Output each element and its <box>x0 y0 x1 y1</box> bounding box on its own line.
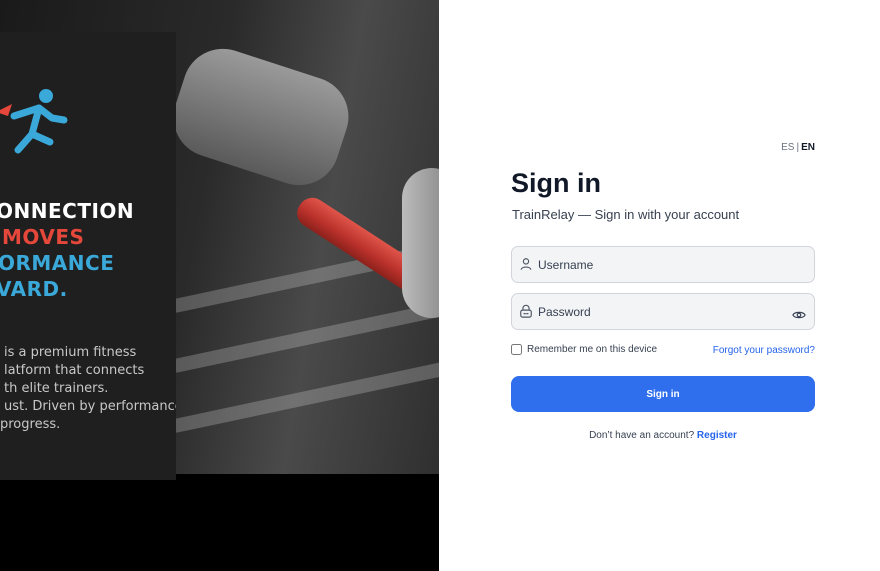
hand-left <box>163 38 359 196</box>
eye-icon[interactable] <box>792 308 806 322</box>
hero-image: ONNECTION MOVES ORMANCE VARD. is a premi… <box>0 0 439 571</box>
password-field <box>511 293 815 330</box>
no-account-text: Don’t have an account? <box>589 430 695 441</box>
hero-description: is a premium fitness latform that connec… <box>0 344 176 434</box>
hero-panel: ONNECTION MOVES ORMANCE VARD. is a premi… <box>0 32 176 480</box>
hero-headline-line: VARD. <box>0 277 68 301</box>
track-stripe <box>168 357 439 434</box>
lang-separator: | <box>796 142 800 153</box>
hero-description-line: th elite trainers. <box>4 381 109 396</box>
register-link[interactable]: Register <box>697 430 737 441</box>
hero-description-line: ust. Driven by performance. <box>4 399 176 414</box>
lang-es-link[interactable]: ES <box>781 142 794 153</box>
lock-icon <box>520 304 532 318</box>
remember-label: Remember me on this device <box>527 344 658 355</box>
forgot-password-link[interactable]: Forgot your password? <box>713 345 815 356</box>
hero-description-line: latform that connects <box>4 363 145 378</box>
hero-headline: ONNECTION MOVES ORMANCE VARD. <box>0 198 176 302</box>
hero-headline-line: ONNECTION <box>0 199 135 223</box>
runner-logo-icon <box>0 89 68 154</box>
lang-en-link[interactable]: EN <box>801 142 815 153</box>
remember-me: Remember me on this device <box>511 344 657 355</box>
hero-headline-line: MOVES <box>2 225 85 249</box>
page-title: Sign in <box>511 168 601 198</box>
language-switcher: ES | EN <box>781 142 815 153</box>
user-icon <box>520 258 532 270</box>
hero-description-line: progress. <box>0 417 61 432</box>
signin-button[interactable]: Sign in <box>511 376 815 412</box>
hand-right <box>402 168 439 318</box>
register-row: Don’t have an account? Register <box>511 430 815 441</box>
signin-panel: ES | EN Sign in TrainRelay — Sign in with … <box>439 0 880 571</box>
page-subtitle: TrainRelay — Sign in with your account <box>512 207 740 222</box>
hero-headline-line: ORMANCE <box>0 251 115 275</box>
remember-checkbox[interactable] <box>511 344 522 355</box>
username-field <box>511 246 815 283</box>
username-input[interactable] <box>538 247 788 282</box>
password-input[interactable] <box>538 294 788 329</box>
track-stripe <box>168 297 439 374</box>
hero-description-line: is a premium fitness <box>4 345 137 360</box>
